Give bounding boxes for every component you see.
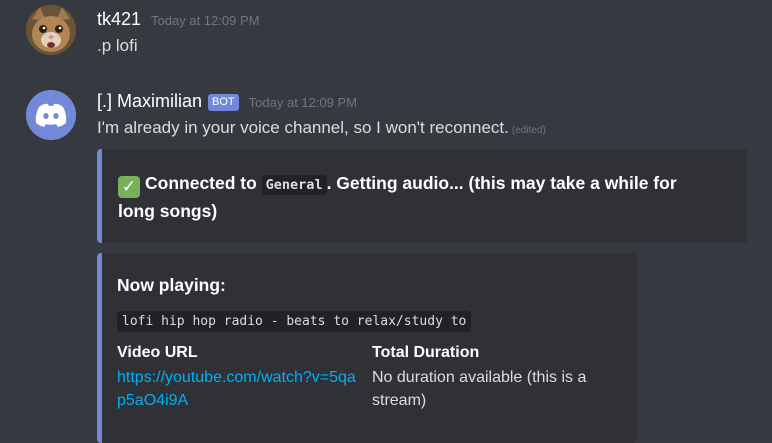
message-body: I'm already in your voice channel, so I …: [97, 118, 509, 137]
song-title-code: lofi hip hop radio - beats to relax/stud…: [117, 311, 472, 332]
message-text: .p lofi: [97, 36, 138, 55]
channel-name-code: General: [261, 175, 327, 195]
embed-title: Now playing:: [117, 275, 226, 295]
edited-label: (edited): [511, 125, 546, 136]
field-name: Total Duration: [372, 344, 480, 361]
field-value: https://youtube.com/watch?v=5qap5aO4i9A: [117, 366, 357, 412]
discord-logo-icon[interactable]: [26, 90, 76, 140]
field-total-duration: Total Duration No duration available (th…: [372, 344, 612, 412]
embed-now-playing: Now playing: lofi hip hop radio - beats …: [97, 253, 637, 443]
embed-description: ✓ Connected to General. Getting audio... …: [118, 170, 707, 224]
bot-badge: BOT: [208, 94, 239, 111]
timestamp: Today at 12:09 PM: [151, 13, 260, 28]
cat-avatar-icon[interactable]: [26, 5, 76, 55]
field-name: Video URL: [117, 344, 198, 361]
field-value: No duration available (this is a stream): [372, 369, 587, 409]
field-video-url: Video URL https://youtube.com/watch?v=5q…: [117, 344, 357, 412]
timestamp: Today at 12:09 PM: [248, 95, 358, 110]
check-mark-emoji-icon: ✓: [118, 176, 140, 198]
username[interactable]: [.] Maximilian: [97, 91, 202, 112]
message-text: I'm already in your voice channel, so I …: [97, 118, 546, 138]
video-url-link[interactable]: https://youtube.com/watch?v=5qap5aO4i9A: [117, 369, 356, 409]
embed-text-before: Connected to: [145, 173, 262, 193]
username[interactable]: tk421: [97, 9, 141, 30]
embed-connected: ✓ Connected to General. Getting audio... …: [97, 149, 747, 243]
